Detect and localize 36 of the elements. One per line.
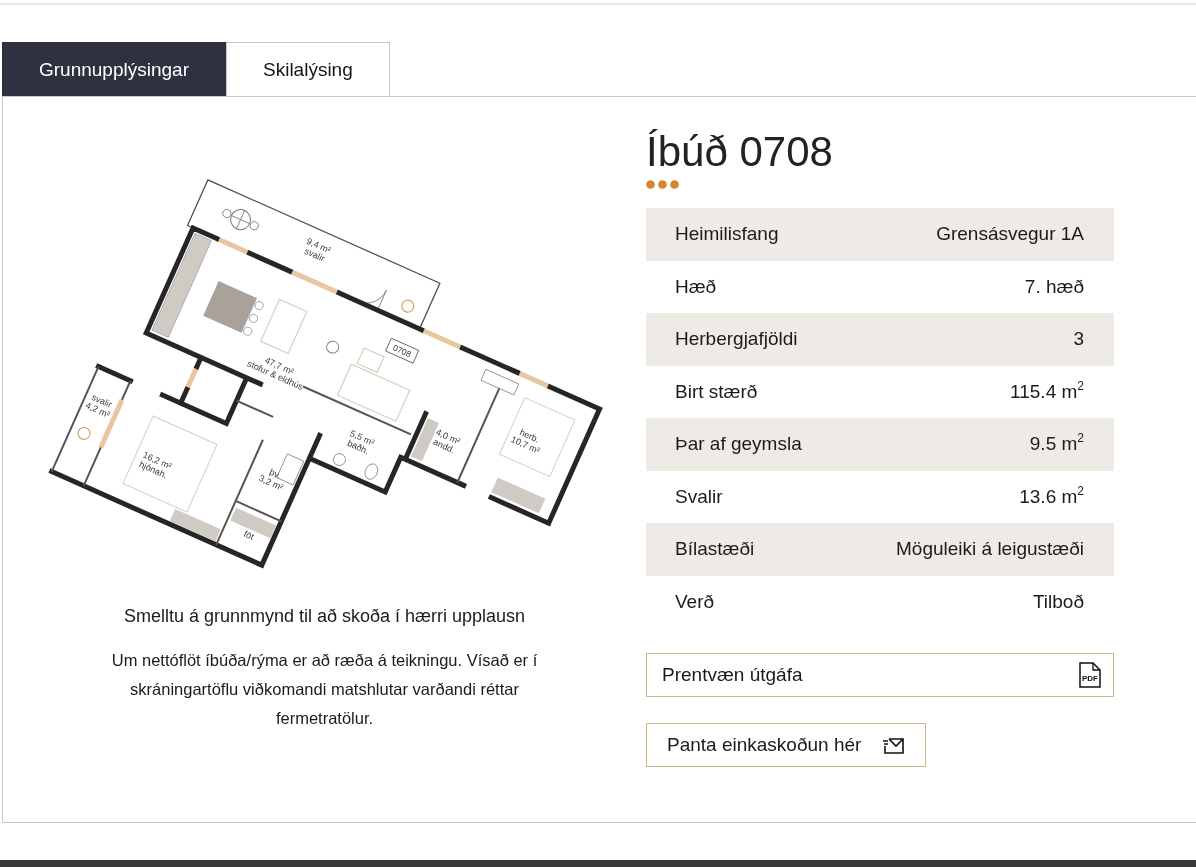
floor-plan-hint: Smelltu á grunnmynd til að skoða í hærri upplausn bbox=[123, 605, 526, 628]
room-label: 47,7 m² stofur & eldhús bbox=[245, 355, 305, 392]
disclaimer-text: Um nettóflöt íbúða/rýma er að ræða á teikningu. Vísað er í skráningartöflu viðkomandi matshlutar varðandi réttar fermetratölur. bbox=[110, 650, 539, 729]
detail-label: Bílastæði bbox=[675, 538, 755, 561]
detail-value: 3 bbox=[1073, 328, 1084, 351]
room-label: 5,5 m² baðh. bbox=[345, 428, 376, 457]
room-label: föt bbox=[241, 528, 255, 542]
room-label: 9,4 m² svalir bbox=[302, 235, 332, 264]
unit-tag: 0708 bbox=[384, 337, 419, 364]
detail-value: Grensásvegur 1A bbox=[936, 223, 1084, 246]
apartment-title: Íbúð 0708 bbox=[646, 127, 833, 177]
detail-value: Tilboð bbox=[1032, 590, 1084, 613]
detail-value: 13.6 m$^{2}$ bbox=[1019, 485, 1084, 508]
detail-value: 7. hæð bbox=[1024, 275, 1084, 298]
detail-label: Herbergjafjöldi bbox=[675, 328, 798, 351]
pdf-file-icon: PDF bbox=[1079, 662, 1101, 688]
detail-label: Svalir bbox=[675, 485, 723, 508]
detail-label: Birt stærð bbox=[675, 380, 758, 403]
detail-value: 115.4 m$^{2}$ bbox=[1010, 380, 1084, 403]
room-label: svalir 4,2 m² bbox=[83, 392, 113, 420]
envelope-icon bbox=[883, 736, 905, 754]
tab[interactable]: Skilalýsing bbox=[226, 42, 390, 96]
detail-label: Hæð bbox=[675, 275, 717, 298]
detail-value: 9.5 m$^{2}$ bbox=[1029, 433, 1084, 456]
detail-label: Verð bbox=[675, 590, 715, 613]
book-viewing-button[interactable]: Panta einkaskoðun hér bbox=[646, 723, 927, 767]
room-label: þv. 3,2 m² bbox=[256, 466, 285, 493]
dots-icon bbox=[646, 180, 679, 189]
room-label: herb. 10,7 m² bbox=[509, 427, 541, 456]
print-version-button[interactable]: Prentvæn útgáfa PDF bbox=[646, 653, 1114, 697]
tab[interactable]: Grunnupplýsingar bbox=[2, 42, 226, 96]
room-label: 4,0 m² andd. bbox=[431, 427, 462, 456]
detail-value: Möguleiki á leigustæði bbox=[896, 538, 1084, 561]
detail-label: Þar af geymsla bbox=[675, 433, 802, 456]
floor-plan[interactable] bbox=[48, 179, 603, 569]
detail-label: Heimilisfang bbox=[675, 223, 779, 246]
